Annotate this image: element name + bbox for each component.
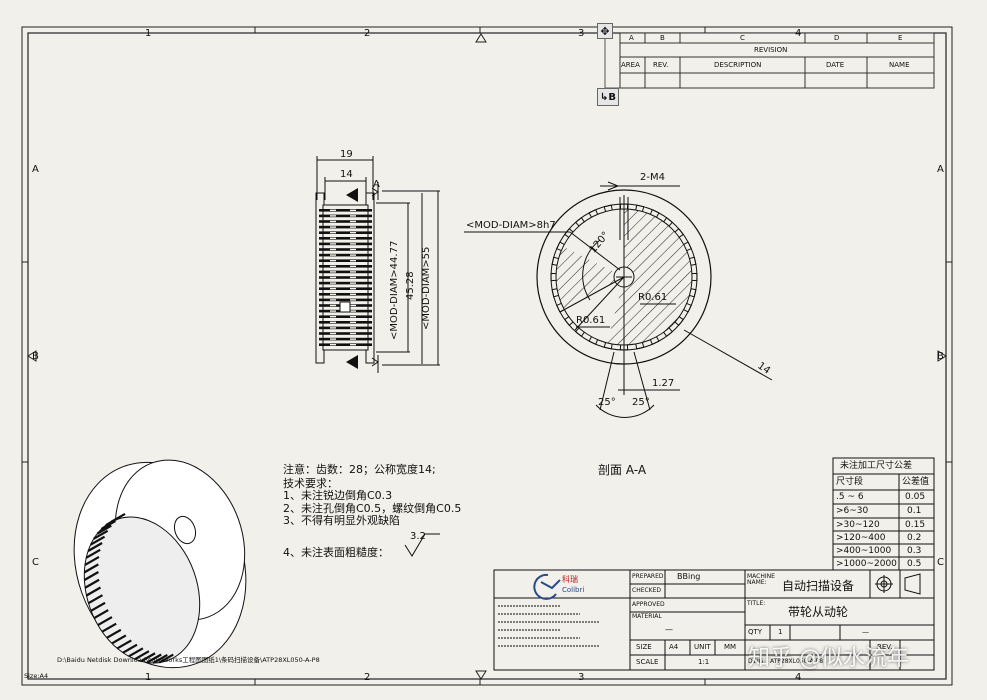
note-line: 4、未注表面粗糙度： [283,546,389,559]
rev-col-d: D [834,34,840,42]
roughness-value: 3.2 [410,531,426,542]
zone-top-3: 3 [578,28,585,39]
drawing-title: 带轮从动轮 [788,605,849,619]
tolerance-range: >120~400 [836,533,886,543]
zone-left-c: C [32,557,39,568]
watermark: 知乎 @似水流年 [748,646,909,671]
note-line: 3、不得有明显外观缺陷 [283,514,400,527]
tolerance-range: >400~1000 [836,546,892,556]
prepared-value: BBing [677,572,701,581]
dim-mod-diam-8h7: <MOD-DIAM>8h7 [466,220,556,231]
radius-r061-b: R0.61 [576,315,606,326]
zone-left-b: B [32,351,39,362]
size-label: SIZE [636,643,652,651]
zone-right-b: B [937,351,944,362]
note-line: 1、未注锐边倒角C0.3 [283,489,393,502]
tolerance-value: 0.1 [907,506,922,516]
zone-right-c: C [937,557,944,568]
prepared-label: PREPARED [632,573,664,580]
zone-top-2: 2 [364,28,371,39]
rev-col-b: B [660,34,665,42]
zone-top-4: 4 [795,28,802,39]
anchor-b-button[interactable]: ↳B [597,88,619,106]
zone-left-a: A [32,164,39,175]
zone-top-1: 1 [145,28,152,39]
note-line: 注意：齿数：28；公称宽度14; [283,463,436,476]
rev-header-rev: REV. [653,61,669,69]
zone-bottom-1: 1 [145,672,152,683]
tolerance-header-value: 公差值 [902,477,930,487]
note-line: 2、未注孔倒角C0.5，螺纹倒角C0.5 [283,502,462,515]
tolerance-value: 0.3 [907,546,922,556]
logo-cn: 科瑞 [562,575,578,584]
tolerance-header-range: 尺寸段 [836,477,864,487]
tolerance-range: >1000~2000 [836,559,897,569]
logo-en: Colibri [562,586,585,594]
material-value: — [665,625,673,634]
unit-value: MM [724,643,737,651]
file-path: D:\Baidu Netdisk Download\solidworks工程图图… [57,656,320,664]
size-value: A4 [669,643,679,651]
dim-19: 19 [340,149,353,160]
tolerance-value: 0.15 [905,520,926,530]
dim-45-28: 45.28 [405,271,416,300]
rev-col-c: C [740,34,745,42]
section-caption: 剖面 A-A [598,463,647,477]
unit-label: UNIT [694,643,711,651]
dim-2-m4: 2-M4 [640,172,665,183]
section-label-a: A [373,179,380,190]
machine-label: MACHINE NAME: [747,573,775,586]
scale-label: SCALE [636,658,659,666]
dim-mod-diam-55: <MOD-DIAM>55 [421,246,432,330]
tolerance-value: 0.5 [907,559,922,569]
zone-bottom-4: 4 [795,672,802,683]
radius-r061-a: R0.61 [638,292,668,303]
rev-header-date: DATE [826,61,845,69]
title-label: TITLE: [747,600,766,607]
tolerance-range: >6~30 [836,506,869,516]
scale-value: 1:1 [698,658,710,666]
section-view [464,181,773,418]
zone-bottom-3: 3 [578,672,585,683]
rev-header-description: DESCRIPTION [714,61,762,69]
revision-title: REVISION [754,46,788,54]
tolerance-value: 0.05 [905,492,926,502]
qty-label: QTY [748,628,763,636]
rev-col-e: E [898,34,903,42]
move-arrows-icon[interactable]: ✥ [597,23,613,39]
drawing-sheet [21,26,953,686]
tolerance-range: .5 ~ 6 [836,492,864,502]
dim-mod-diam-44: <MOD-DIAM>44.77 [389,240,400,340]
note-line: 技术要求： [283,477,338,490]
rev-header-area: AREA [621,61,640,69]
qty-value: 1 [778,628,783,636]
material-label: MATERIAL [632,613,662,620]
footer-size: Size:A4 [24,672,49,680]
zone-bottom-2: 2 [364,672,371,683]
dim-14: 14 [340,169,353,180]
machine-value: 自动扫描设备 [782,579,855,593]
tolerance-value: 0.2 [907,533,922,543]
tolerance-range: >30~120 [836,520,880,530]
tolerance-title: 未注加工尺寸公差 [840,461,913,471]
weight-value: — [862,628,869,636]
rev-header-name: NAME [889,61,910,69]
dim-1-27: 1.27 [652,378,675,389]
angle-25-b: 25° [632,397,650,408]
rev-col-a: A [629,34,634,42]
zone-right-a: A [937,164,944,175]
checked-label: CHECKED [632,587,662,594]
angle-25-a: 25° [598,397,616,408]
approved-label: APPROVED [632,601,665,608]
